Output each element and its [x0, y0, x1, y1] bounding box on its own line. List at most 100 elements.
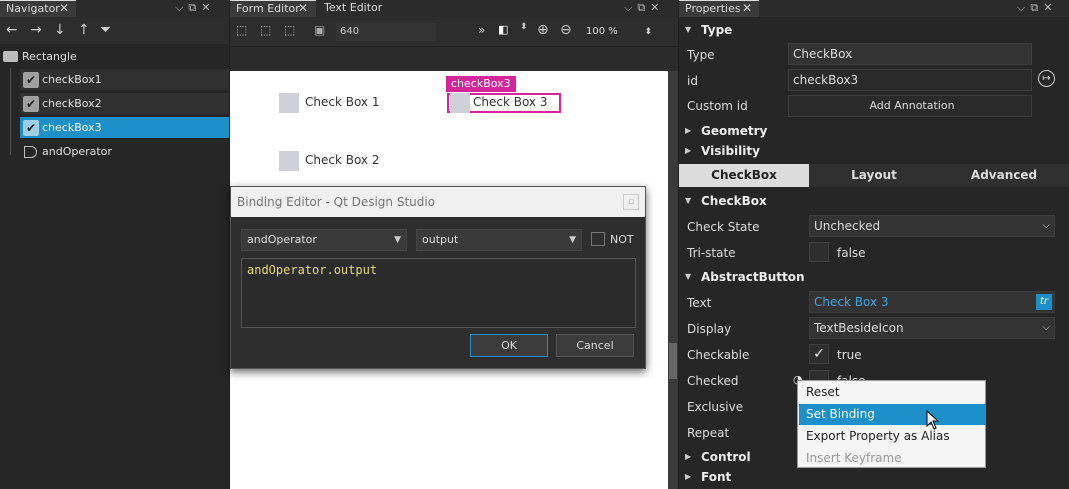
- width-field[interactable]: 640: [336, 23, 436, 41]
- checkable-checkbox[interactable]: ✓: [809, 344, 829, 364]
- text-input[interactable]: Check Box 3 tr: [809, 291, 1055, 313]
- property-combo[interactable]: output ▼: [416, 229, 582, 251]
- snap-icon[interactable]: ⬚: [236, 23, 247, 37]
- scrollbar-thumb[interactable]: [669, 343, 677, 379]
- id-input[interactable]: checkBox3: [788, 69, 1032, 91]
- canvas-checkbox-1-indicator[interactable]: [279, 93, 299, 113]
- ok-button[interactable]: OK: [470, 334, 548, 357]
- collapse-icon: ▼: [685, 196, 692, 205]
- display-select[interactable]: TextBesideIcon ⌵: [809, 317, 1055, 339]
- binding-expression-editor[interactable]: andOperator.output: [241, 258, 636, 328]
- check-state-select[interactable]: Unchecked ⌵: [809, 215, 1055, 237]
- tab-checkbox[interactable]: CheckBox: [679, 164, 809, 187]
- nav-item-checkbox3[interactable]: ✔ checkBox3: [20, 117, 229, 139]
- tree-line: [10, 68, 11, 155]
- chevron-down-icon: ▼: [569, 235, 576, 245]
- selection-tag-label: checkBox3: [451, 77, 511, 90]
- nav-item-label: checkBox2: [42, 97, 102, 110]
- tab-layout[interactable]: Layout: [809, 164, 939, 187]
- selection-tag: checkBox3: [446, 76, 516, 92]
- form-toolbar: ⬚ ⬚ ⬚ ▣ 640 » ◧ ⬍ ⊕ ⊖ 100 % ⬍: [230, 17, 678, 47]
- cancel-button-label: Cancel: [576, 339, 614, 352]
- canvas-checkbox-1-label[interactable]: Check Box 1: [305, 95, 379, 109]
- filter-icon[interactable]: ⏷: [100, 22, 111, 38]
- close-icon[interactable]: ✕: [742, 0, 752, 16]
- nav-root-label: Rectangle: [22, 50, 77, 63]
- tristate-value: false: [837, 246, 866, 260]
- cancel-button[interactable]: Cancel: [556, 334, 634, 357]
- type-value: CheckBox: [793, 47, 853, 61]
- display-value: TextBesideIcon: [814, 321, 904, 335]
- export-alias-icon[interactable]: ↦: [1038, 70, 1055, 87]
- close-icon[interactable]: ✕: [298, 0, 308, 16]
- canvas-checkbox-2-label[interactable]: Check Box 2: [305, 153, 379, 167]
- zoom-select[interactable]: 100 % ⬍: [586, 23, 652, 41]
- canvas-scrollbar[interactable]: [668, 71, 678, 489]
- nav-root-item[interactable]: Rectangle: [0, 46, 229, 68]
- arrow-up-icon[interactable]: ↑: [78, 22, 90, 38]
- item-combo[interactable]: andOperator ▼: [241, 229, 407, 251]
- property-tabs: CheckBox Layout Advanced: [679, 164, 1069, 187]
- translate-icon[interactable]: tr: [1036, 294, 1052, 310]
- not-checkbox[interactable]: [591, 232, 605, 246]
- section-geometry[interactable]: ▶ Geometry: [679, 121, 1069, 141]
- nav-item-checkbox1[interactable]: ✔ checkBox1: [20, 69, 229, 91]
- checkbox-icon: ✔: [23, 96, 39, 112]
- canvas-checkbox-3-label[interactable]: Check Box 3: [473, 95, 547, 109]
- tab-layout-label: Layout: [851, 168, 897, 182]
- canvas-checkbox-3-indicator[interactable]: [450, 93, 470, 113]
- close-icon[interactable]: ✕: [59, 0, 69, 16]
- property-context-menu: Reset Set Binding Export Property as Ali…: [797, 380, 986, 468]
- section-abstractbutton[interactable]: ▼ AbstractButton: [679, 267, 1069, 287]
- arrow-right-icon[interactable]: →: [30, 22, 42, 38]
- collapse-icon: ▼: [685, 25, 692, 34]
- overflow-icon[interactable]: »: [478, 23, 485, 37]
- section-font[interactable]: ▶ Font: [679, 467, 1069, 487]
- section-visibility[interactable]: ▶ Visibility: [679, 141, 1069, 161]
- zoom-value: 100 %: [586, 26, 618, 37]
- section-type[interactable]: ▼ Type: [679, 20, 1069, 40]
- zoom-out-icon[interactable]: ⊖: [560, 22, 572, 38]
- menu-item-set-binding[interactable]: Set Binding: [799, 404, 986, 425]
- checkable-label: Checkable: [687, 348, 750, 362]
- tab-text-editor[interactable]: Text Editor: [318, 0, 398, 17]
- close-icon[interactable]: ▫: [623, 194, 639, 210]
- nav-item-andoperator[interactable]: andOperator: [20, 141, 229, 163]
- menu-item-reset[interactable]: Reset: [799, 382, 986, 403]
- logic-gate-icon: [24, 146, 37, 158]
- nav-item-label: andOperator: [42, 145, 112, 158]
- nav-item-checkbox2[interactable]: ✔ checkBox2: [20, 93, 229, 115]
- canvas-checkbox-2-indicator[interactable]: [279, 151, 299, 171]
- tab-advanced[interactable]: Advanced: [939, 164, 1069, 187]
- editor-tabbar: Form Editor ✕ Text Editor ⌵⧉✕: [230, 0, 678, 17]
- zoom-in-icon[interactable]: ⊕: [537, 22, 549, 38]
- menu-item-label: Insert Keyframe: [806, 451, 902, 465]
- section-abstractbutton-label: AbstractButton: [701, 270, 805, 284]
- section-visibility-label: Visibility: [701, 144, 760, 158]
- panel-controls-icon[interactable]: ⌵⧉✕: [1017, 0, 1057, 17]
- binding-expression: andOperator.output: [247, 263, 378, 277]
- width-value: 640: [340, 26, 360, 37]
- section-checkbox[interactable]: ▼ CheckBox: [679, 191, 1069, 211]
- arrow-down-icon[interactable]: ↓: [54, 22, 66, 38]
- chevron-down-icon: ⌵: [1042, 322, 1050, 333]
- panel-controls-icon[interactable]: ⌵⧉✕: [624, 0, 664, 17]
- arrow-left-icon[interactable]: ←: [6, 22, 18, 38]
- ok-button-label: OK: [501, 339, 517, 352]
- id-label: id: [687, 74, 698, 88]
- color-picker-icon[interactable]: ◧: [498, 23, 508, 36]
- tristate-checkbox[interactable]: [809, 242, 829, 262]
- exclusive-label: Exclusive: [687, 400, 744, 414]
- chevron-down-icon: ▼: [394, 235, 401, 245]
- menu-item-export-alias[interactable]: Export Property as Alias: [799, 426, 986, 447]
- stepper-icon[interactable]: ⬍: [520, 22, 528, 32]
- repeat-label: Repeat: [687, 426, 730, 440]
- add-annotation-button[interactable]: Add Annotation: [788, 95, 1032, 117]
- anchor-icon[interactable]: ⬚: [260, 23, 271, 37]
- frame-icon[interactable]: ▣: [314, 23, 325, 37]
- expand-icon: ▶: [685, 472, 692, 481]
- menu-item-label: Reset: [806, 385, 840, 399]
- grid-icon[interactable]: ⬚: [284, 23, 295, 37]
- panel-controls-icon[interactable]: ⌵⧉✕: [175, 0, 215, 17]
- dialog-title-bar[interactable]: Binding Editor - Qt Design Studio ▫: [231, 187, 645, 217]
